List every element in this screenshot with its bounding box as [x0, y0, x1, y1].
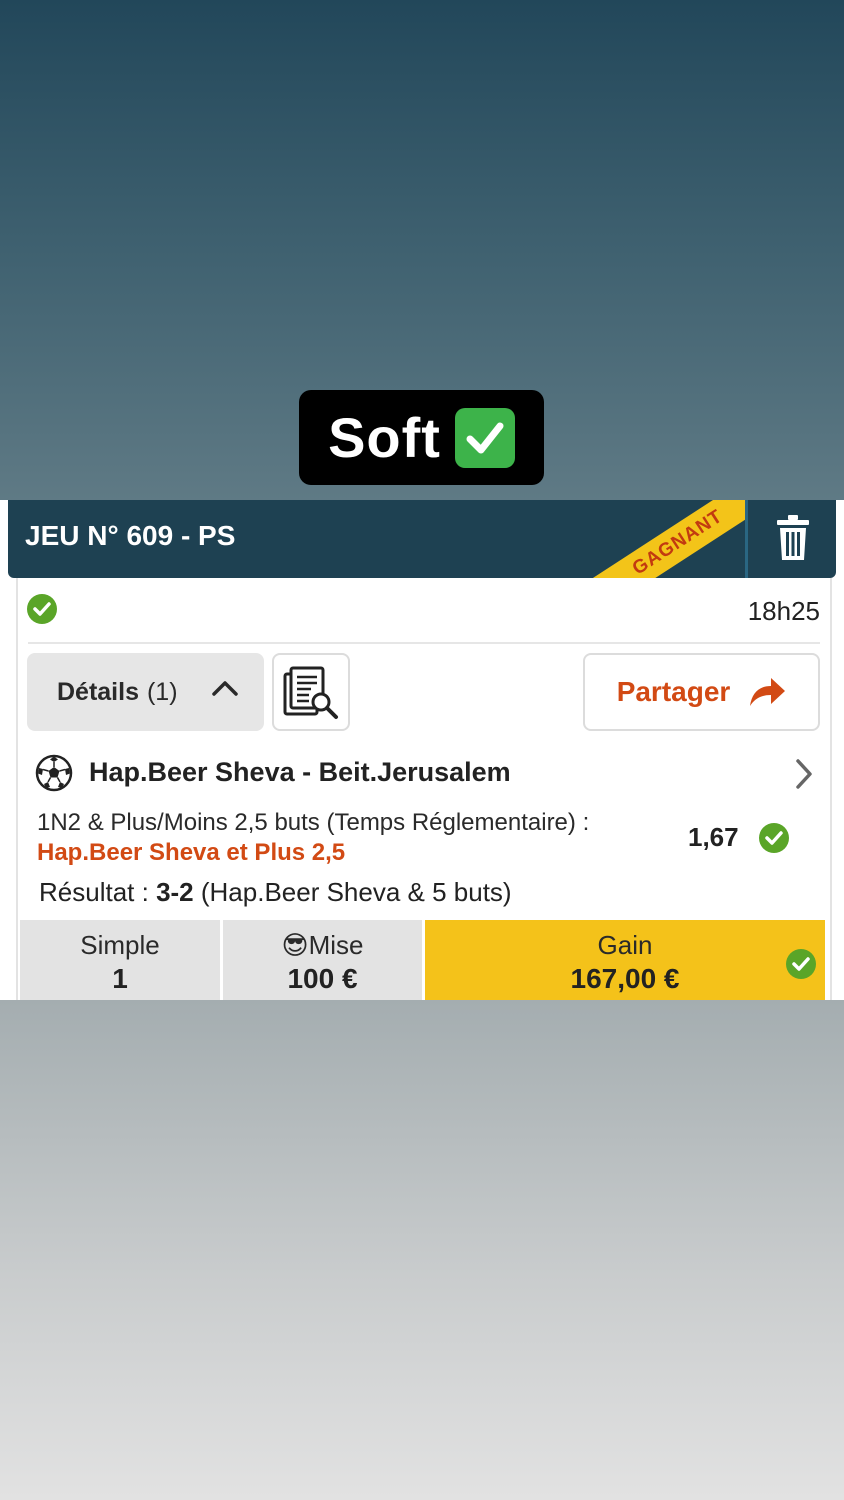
stake-value: 100 €: [287, 963, 358, 994]
share-arrow-icon: [750, 678, 786, 706]
stake-label: Mise: [308, 930, 364, 960]
check-circle-icon: [786, 949, 816, 979]
gain-cell: Gain 167,00 €: [425, 920, 825, 1000]
check-mark-emoji-icon: [454, 407, 515, 468]
delete-button[interactable]: [768, 508, 818, 568]
sunglasses-emoji-icon: 😎: [281, 930, 309, 960]
caption-text: Soft: [328, 406, 441, 469]
bet-type-cell: Simple 1: [20, 920, 220, 1000]
odds-value: 1,67: [688, 822, 739, 852]
divider: [28, 642, 820, 644]
trash-icon: [777, 515, 809, 560]
chevron-up-icon: [212, 681, 238, 696]
inspect-document-button[interactable]: [272, 653, 350, 731]
chevron-right-icon: [796, 759, 812, 789]
check-circle-icon: [759, 823, 789, 853]
share-label: Partager: [616, 676, 731, 707]
bet-type-value: 1: [112, 963, 128, 994]
gain-label: Gain: [597, 930, 653, 960]
soccer-ball-icon: [35, 754, 73, 792]
bet-title: JEU N° 609 - PS: [25, 520, 236, 551]
details-toggle-button[interactable]: Détails (1): [27, 653, 264, 731]
bet-body: 18h25 Détails (1) Partager Hap.Beer Shev…: [16, 578, 832, 1000]
check-circle-icon: [27, 594, 57, 624]
market-label: 1N2 & Plus/Moins 2,5 buts (Temps Régleme…: [37, 809, 590, 836]
header-divider: [745, 500, 748, 578]
bet-time: 18h25: [747, 596, 820, 626]
result-detail: (Hap.Beer Sheva & 5 buts): [193, 877, 512, 907]
stake-cell: 😎Mise 100 €: [223, 920, 422, 1000]
bet-card: JEU N° 609 - PS GAGNANT 18h25 Détails (1…: [0, 500, 844, 1000]
story-background-bottom: [0, 1000, 844, 1500]
bet-header: JEU N° 609 - PS GAGNANT: [8, 500, 836, 578]
result-score: 3-2: [156, 877, 194, 907]
bet-type-label: Simple: [80, 930, 160, 960]
match-row[interactable]: Hap.Beer Sheva - Beit.Jerusalem: [35, 754, 820, 794]
details-label: Détails: [57, 677, 139, 706]
document-search-icon: [283, 666, 338, 719]
gain-value: 167,00 €: [570, 963, 680, 994]
details-count: (1): [146, 677, 178, 706]
status-ribbon: GAGNANT: [548, 500, 746, 578]
share-button[interactable]: Partager: [583, 653, 820, 731]
selection-label: Hap.Beer Sheva et Plus 2,5: [37, 839, 346, 866]
status-ribbon-label: GAGNANT: [628, 505, 727, 578]
caption-sticker: Soft: [299, 390, 544, 485]
match-title: Hap.Beer Sheva - Beit.Jerusalem: [89, 757, 511, 787]
stake-label-line: 😎Mise: [223, 930, 422, 961]
result-prefix: Résultat :: [39, 877, 157, 907]
result-line: Résultat : 3-2 (Hap.Beer Sheva & 5 buts): [39, 877, 512, 908]
